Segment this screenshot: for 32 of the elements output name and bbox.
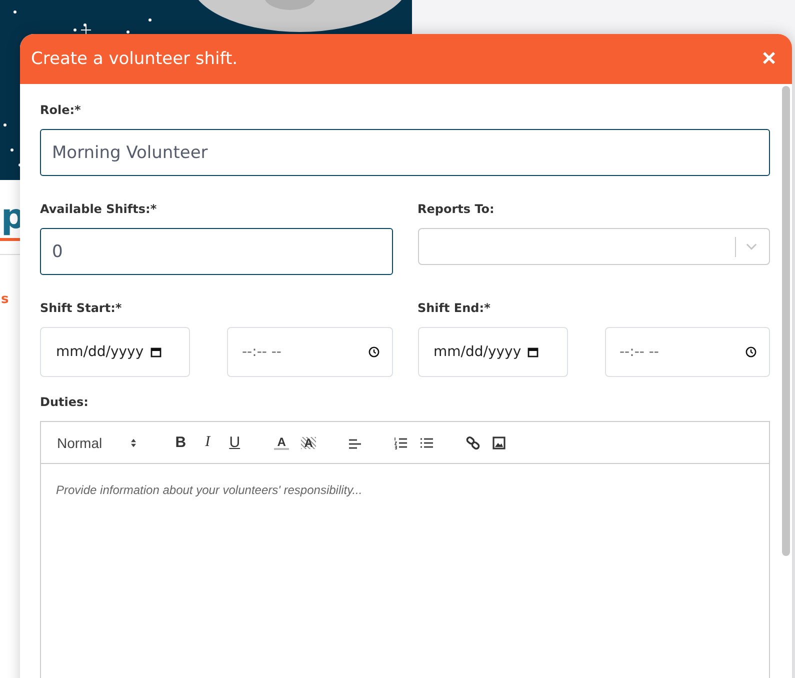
input-field[interactable]: 0 [40,228,392,275]
clock-icon [745,346,757,358]
scrollbar[interactable] [782,86,790,556]
updown-icon [130,438,138,448]
calendar-icon [527,346,540,358]
bullet-list-icon[interactable] [420,436,434,450]
time-field[interactable]: --:-- -- [604,327,770,377]
link-icon[interactable] [466,436,480,450]
chevron-down-icon [746,242,757,250]
underline-button[interactable]: U [227,435,242,450]
date-field[interactable]: mm/dd/yyyy [418,327,568,377]
field-label: Available Shifts:* [40,202,158,216]
date-field[interactable]: mm/dd/yyyy [40,327,190,377]
select-field[interactable] [418,228,770,265]
modal-title: Create a volunteer shift. [31,49,238,69]
numbered-list-icon[interactable] [394,436,408,450]
format-select[interactable]: Normal [57,434,138,450]
field-label: Role:* [40,103,82,117]
image-icon[interactable] [492,436,506,450]
highlight-button[interactable]: A [301,436,316,448]
italic-button[interactable]: I [200,435,216,450]
text-color-button[interactable]: A [274,436,290,450]
clock-icon [368,346,380,358]
time-field[interactable]: --:-- -- [227,327,392,377]
field-label: Shift End:* [418,301,492,315]
input-field[interactable]: Morning Volunteer [40,129,770,176]
bold-button[interactable]: B [173,435,188,450]
field-label: Reports To: [418,202,496,216]
field-label: Duties: [40,395,90,409]
calendar-icon [150,346,162,358]
text-editor[interactable]: Provide information about your volunteers' responsibility... [41,464,769,678]
field-label: Shift Start:* [40,301,123,315]
